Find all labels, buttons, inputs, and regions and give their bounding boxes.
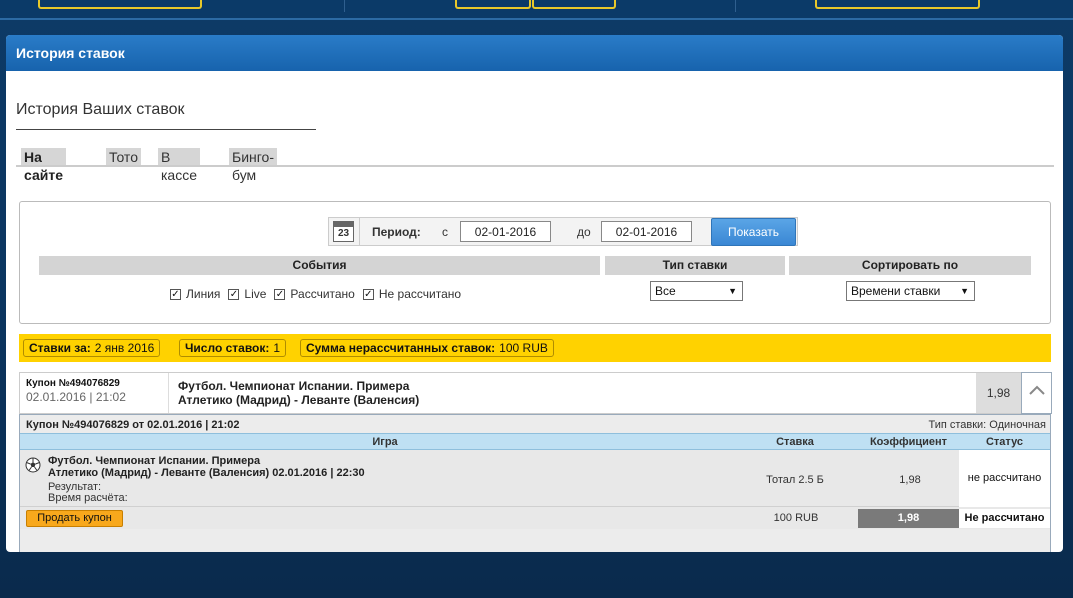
to-label: до [577,225,591,239]
detail-coupon-title: Купон №494076829 от 02.01.2016 | 21:02 [26,419,240,431]
sell-coupon-button[interactable]: Продать купон [26,510,123,527]
top-nav-button[interactable] [38,0,202,9]
table-row: Футбол. Чемпионат Испании. Примера Атлет… [20,450,1050,507]
bets-for-value: 2 янв 2016 [94,341,155,355]
column-stake: Ставка [776,436,814,448]
bet-count-value: 1 [273,341,281,355]
page-subtitle: История Ваших ставок [16,101,185,118]
top-nav-button[interactable] [455,0,531,9]
date-from-input[interactable] [460,221,551,242]
calendar-day: 23 [337,228,350,239]
detail-footer: Продать купон 100 RUB 1,98 Не рассчитано [20,507,1050,529]
show-button[interactable]: Показать [711,218,796,246]
checkbox-settled[interactable]: ✓ Рассчитано [274,287,355,301]
total-stake: 100 RUB [773,512,819,524]
divider [359,218,360,245]
calendar-icon[interactable]: 23 [333,221,354,242]
coupon-odds: 1,98 [976,373,1021,413]
column-koef: Коэффициент [869,436,948,448]
event-filter-checkboxes: ✓ Линия ✓ Live ✓ Рассчитано ✓ Не рассчитано [170,286,469,302]
checkbox-icon[interactable]: ✓ [274,288,286,300]
column-game: Игра [372,436,398,448]
coupon-id: Купон №494076829 [26,378,120,389]
top-navigation-bar [0,0,1073,20]
coupon-datetime: 02.01.2016 | 21:02 [26,390,126,404]
divider [168,373,169,413]
divider [735,0,736,12]
row-match: Атлетико (Мадрид) - Леванте (Валенсия) 0… [48,467,365,479]
bet-type-value: Все [655,284,676,298]
period-label: Период: [372,225,421,239]
chevron-up-icon [1028,385,1045,395]
filter-box: 23 Период: с до Показать События Тип ста… [19,201,1051,324]
dropdown-arrow-icon: ▼ [728,286,737,296]
dropdown-arrow-icon: ▼ [960,286,969,296]
detail-table-header: Игра Ставка Коэффициент Статус [20,433,1050,450]
divider [16,165,1054,167]
unsettled-sum-label: Сумма нерассчитанных ставок: [306,341,496,355]
football-icon [25,457,41,473]
checkbox-icon[interactable]: ✓ [170,288,181,300]
coupon-event-match: Атлетико (Мадрид) - Леванте (Валенсия) [178,393,420,407]
tab-cashdesk[interactable]: В кассе [158,148,200,183]
collapse-toggle[interactable] [1021,372,1052,414]
checkbox-line[interactable]: ✓ Линия [170,287,220,301]
sort-header: Сортировать по [789,256,1031,275]
top-nav-button[interactable] [815,0,980,9]
row-status: не рассчитано [959,450,1050,507]
coupon-detail: Купон №494076829 от 02.01.2016 | 21:02 Т… [19,414,1051,552]
total-koef: 1,98 [858,509,959,528]
detail-header: Купон №494076829 от 02.01.2016 | 21:02 Т… [20,415,1050,433]
tab-bingo-boom[interactable]: Бинго-бум [229,148,277,183]
divider [344,0,345,12]
row-league: Футбол. Чемпионат Испании. Примера [48,455,261,467]
panel-title: История ставок [6,35,1063,71]
tab-on-site[interactable]: На сайте [21,148,66,183]
detail-bet-type: Тип ставки: Одиночная [928,419,1046,431]
total-status: Не рассчитано [959,509,1050,528]
tab-toto[interactable]: Тото [106,148,141,166]
checkbox-label: Live [244,287,267,301]
sort-select[interactable]: Времени ставки ▼ [846,281,975,301]
bet-history-panel: История ставок История Ваших ставок На с… [6,35,1063,552]
row-koef: 1,98 [899,474,921,486]
coupon-row[interactable]: Купон №494076829 02.01.2016 | 21:02 Футб… [19,372,1052,414]
bet-count-badge: Число ставок: 1 [179,339,287,357]
bet-type-header: Тип ставки [605,256,785,275]
checkbox-label: Не рассчитано [378,287,462,301]
from-label: с [442,225,448,239]
events-header: События [39,256,600,275]
sort-value: Времени ставки [851,284,941,298]
checkbox-live[interactable]: ✓ Live [228,287,266,301]
checkbox-label: Линия [186,287,221,301]
divider [16,129,316,130]
bet-count-label: Число ставок: [185,341,270,355]
row-stake: Тотал 2.5 Б [766,474,824,486]
summary-bar: Ставки за: 2 янв 2016 Число ставок: 1 Сумм… [19,334,1051,362]
date-to-input[interactable] [601,221,692,242]
unsettled-sum-value: 100 RUB [499,341,548,355]
bets-for-label: Ставки за: [29,341,91,355]
unsettled-sum-badge: Сумма нерассчитанных ставок: 100 RUB [300,339,554,357]
checkbox-icon[interactable]: ✓ [362,288,374,300]
row-settle-time-label: Время расчёта: [48,492,128,504]
bet-type-select[interactable]: Все ▼ [650,281,743,301]
checkbox-label: Рассчитано [290,287,355,301]
checkbox-icon[interactable]: ✓ [228,288,240,300]
top-nav-button[interactable] [532,0,616,9]
bets-for-badge: Ставки за: 2 янв 2016 [23,339,161,357]
column-status: Статус [985,436,1024,448]
checkbox-unsettled[interactable]: ✓ Не рассчитано [362,287,462,301]
coupon-event-league: Футбол. Чемпионат Испании. Примера [178,379,410,393]
